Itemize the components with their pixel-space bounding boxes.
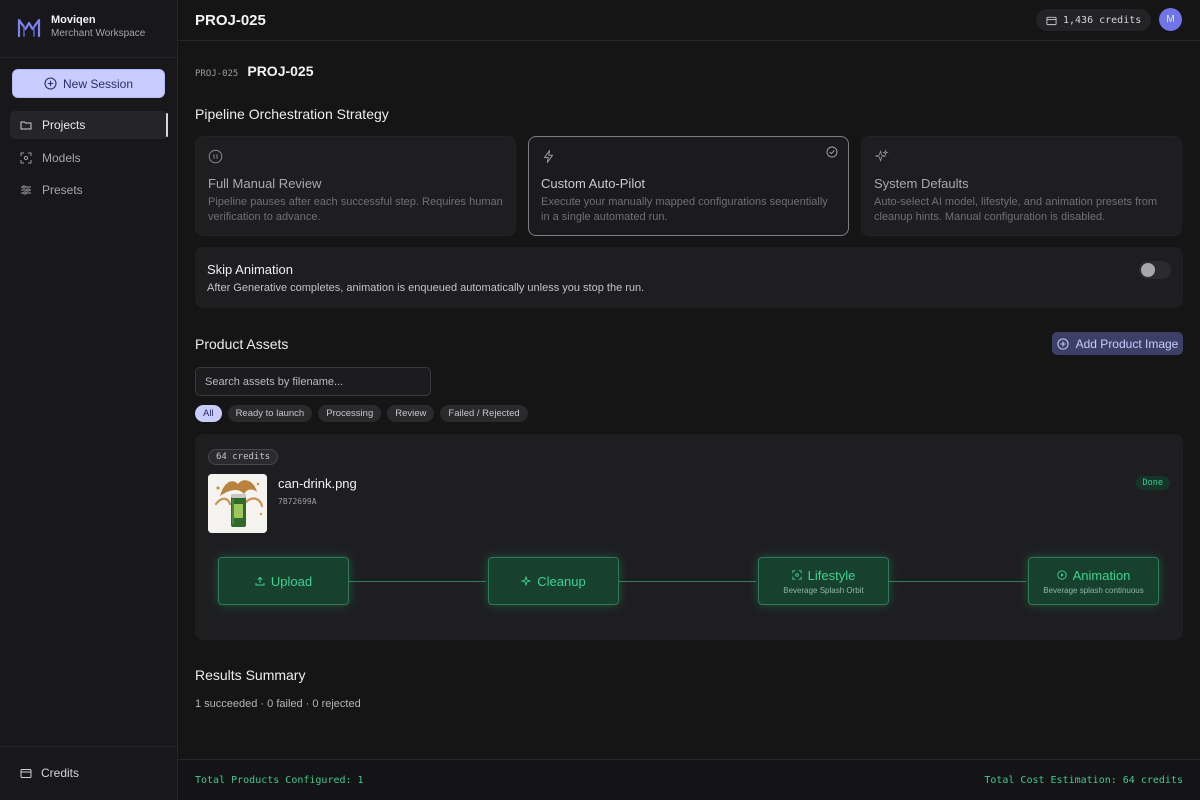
cost-badge: 64 credits xyxy=(208,449,279,465)
step-label: Upload xyxy=(270,573,313,589)
scan-icon xyxy=(20,152,32,163)
footer: Total Products Configured: 1 Total Cost … xyxy=(178,759,1200,800)
pipeline-step-lifestyle[interactable]: Lifestyle Beverage Splash Orbit xyxy=(758,557,889,605)
filter-chip-processing[interactable]: Processing xyxy=(318,405,382,422)
strategy-option-defaults[interactable]: System Defaults Auto-select AI model, li… xyxy=(861,136,1182,236)
total-cost: Total Cost Estimation: 64 credits xyxy=(984,775,1183,786)
total-products: Total Products Configured: 1 xyxy=(195,775,364,786)
sparkles-icon xyxy=(875,149,889,162)
strategy-option-manual[interactable]: Full Manual Review Pipeline pauses after… xyxy=(195,136,516,236)
new-session-label: New Session xyxy=(62,76,134,91)
product-thumbnail xyxy=(208,474,267,533)
credit-balance: 1,436 credits xyxy=(1063,14,1142,26)
breadcrumb: PROJ-025 PROJ-025 xyxy=(195,63,314,79)
add-product-image-button[interactable]: Add Product Image xyxy=(1052,332,1183,355)
filter-chip-ready[interactable]: Ready to launch xyxy=(227,405,313,422)
wallet-icon xyxy=(1046,16,1057,25)
step-label: Animation xyxy=(1072,567,1131,583)
sliders-icon xyxy=(21,185,31,195)
sidebar: Moviqen Merchant Workspace New Session P… xyxy=(0,0,178,800)
check-circle-icon xyxy=(826,146,838,158)
plus-circle-icon xyxy=(44,77,57,90)
step-sublabel: Beverage Splash Orbit xyxy=(783,585,864,595)
filter-chip-review[interactable]: Review xyxy=(387,405,435,422)
assets-section-title: Product Assets xyxy=(195,336,289,352)
skip-animation-card: Skip Animation After Generative complete… xyxy=(195,247,1183,308)
strategy-section-title: Pipeline Orchestration Strategy xyxy=(195,106,389,122)
avatar[interactable]: M xyxy=(1159,8,1182,31)
results-summary: 1 succeeded · 0 failed · 0 rejected xyxy=(195,698,361,710)
filter-chip-failed[interactable]: Failed / Rejected xyxy=(440,405,528,422)
brand-logo-icon xyxy=(17,18,41,37)
brand-name: Moviqen xyxy=(51,14,96,26)
new-session-button[interactable]: New Session xyxy=(12,69,165,98)
asset-card[interactable]: 64 credits can-drink.png 7B72699A Done U… xyxy=(195,434,1183,640)
toggle-knob xyxy=(1141,263,1155,277)
folder-icon xyxy=(20,121,32,130)
brand[interactable]: Moviqen Merchant Workspace xyxy=(16,14,145,41)
credit-balance-badge[interactable]: 1,436 credits xyxy=(1036,9,1152,31)
upload-icon xyxy=(255,576,265,586)
sidebar-item-models[interactable]: Models xyxy=(10,144,168,172)
sparkle-icon xyxy=(521,576,532,586)
wallet-icon xyxy=(20,769,32,778)
skip-animation-description: After Generative completes, animation is… xyxy=(207,282,645,294)
asset-filter-chips: All Ready to launch Processing Review Fa… xyxy=(195,405,534,422)
strategy-option-title: Full Manual Review xyxy=(208,176,322,191)
asset-id: 7B72699A xyxy=(278,497,317,506)
pipeline-connector xyxy=(889,581,1026,582)
breadcrumb-code: PROJ-025 xyxy=(195,69,239,79)
results-section-title: Results Summary xyxy=(195,667,306,683)
can-drink-image xyxy=(208,474,267,533)
strategy-option-description: Auto-select AI model, lifestyle, and ani… xyxy=(874,196,1158,223)
sidebar-item-label: Presets xyxy=(42,183,83,197)
plus-circle-icon xyxy=(1057,337,1069,350)
sidebar-item-credits[interactable]: Credits xyxy=(20,766,79,780)
main-content: PROJ-025 PROJ-025 Pipeline Orchestration… xyxy=(178,41,1200,759)
strategy-option-description: Execute your manually mapped configurati… xyxy=(541,196,828,223)
step-label: Lifestyle xyxy=(807,567,856,583)
pipeline-connector xyxy=(619,581,756,582)
asset-search-input[interactable] xyxy=(195,367,431,396)
pipeline-step-animation[interactable]: Animation Beverage splash continuous xyxy=(1028,557,1159,605)
pipeline-step-cleanup[interactable]: Cleanup xyxy=(488,557,619,605)
strategy-option-description: Pipeline pauses after each successful st… xyxy=(208,196,503,223)
page-title: PROJ-025 xyxy=(195,12,266,29)
skip-animation-title: Skip Animation xyxy=(207,262,293,277)
skip-animation-toggle[interactable] xyxy=(1139,261,1171,279)
strategy-option-autopilot[interactable]: Custom Auto-Pilot Execute your manually … xyxy=(528,136,849,236)
strategy-option-title: Custom Auto-Pilot xyxy=(541,176,646,191)
sidebar-nav: Projects Models Presets xyxy=(10,111,168,209)
credits-nav-label: Credits xyxy=(41,766,80,780)
asset-filename: can-drink.png xyxy=(278,476,357,491)
step-label: Cleanup xyxy=(537,573,586,589)
pipeline-connector xyxy=(349,581,486,582)
add-product-image-label: Add Product Image xyxy=(1075,336,1179,351)
sidebar-item-label: Models xyxy=(42,150,81,165)
sidebar-item-projects[interactable]: Projects xyxy=(10,111,168,139)
pause-icon xyxy=(208,149,223,164)
play-icon xyxy=(1056,570,1067,580)
divider xyxy=(0,746,178,747)
pipeline-step-upload[interactable]: Upload xyxy=(218,557,349,605)
brand-subtitle: Merchant Workspace xyxy=(51,28,146,39)
scan-icon xyxy=(792,570,802,580)
lightning-icon xyxy=(544,150,553,163)
sidebar-item-presets[interactable]: Presets xyxy=(10,176,168,204)
sidebar-item-label: Projects xyxy=(42,118,86,132)
status-badge: Done xyxy=(1135,476,1170,490)
strategy-option-title: System Defaults xyxy=(874,176,969,191)
breadcrumb-title: PROJ-025 xyxy=(247,63,314,79)
filter-chip-all[interactable]: All xyxy=(195,405,222,422)
topbar: PROJ-025 1,436 credits M xyxy=(178,0,1200,41)
divider xyxy=(0,57,178,58)
step-sublabel: Beverage splash continuous xyxy=(1043,585,1144,595)
